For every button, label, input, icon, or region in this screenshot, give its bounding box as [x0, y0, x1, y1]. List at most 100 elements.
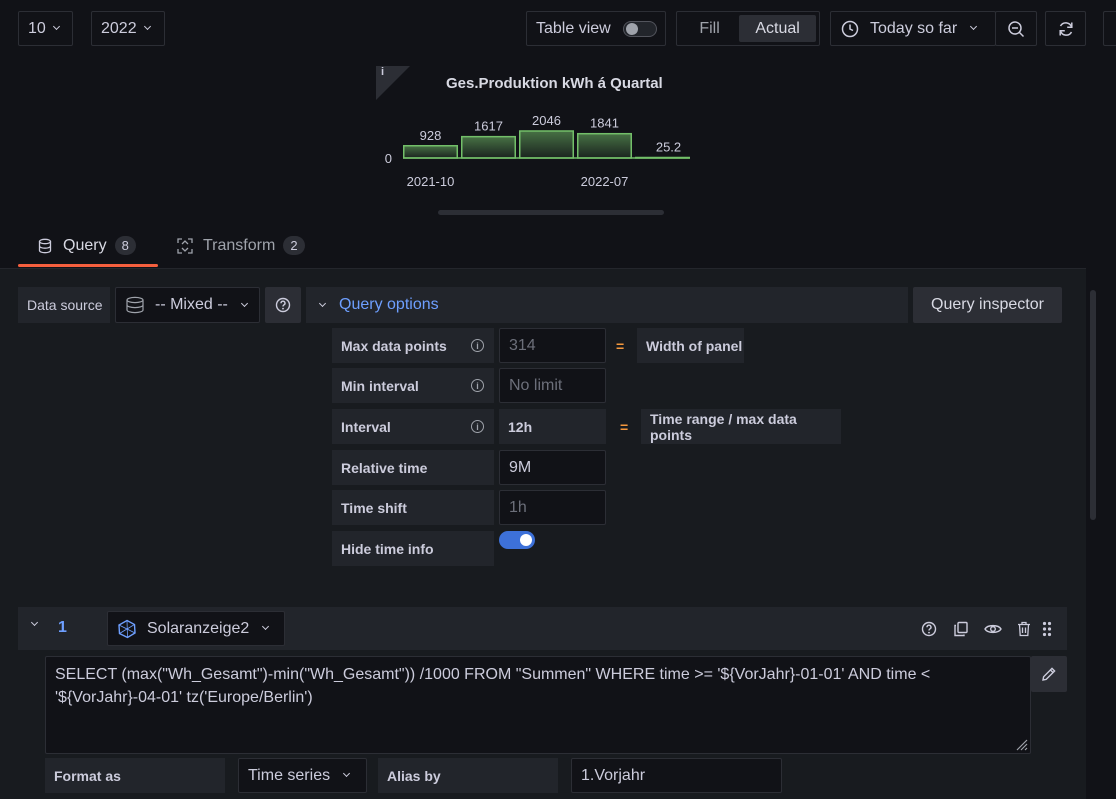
tab-transform-label: Transform: [203, 236, 276, 254]
interval-label: Interval i: [332, 409, 494, 444]
equals-sign: =: [616, 338, 625, 354]
bar-2022-07[interactable]: [577, 132, 632, 159]
time-shift-label: Time shift: [332, 490, 494, 525]
query-datasource-name: Solaranzeige2: [147, 619, 250, 637]
format-as-select[interactable]: Time series: [238, 758, 367, 793]
zoom-out-icon: [1008, 20, 1025, 37]
time-range-max-label: Time range / max data points: [641, 409, 841, 444]
duplicate-query-button[interactable]: [950, 618, 972, 640]
database-icon: [38, 238, 52, 253]
data-source-select[interactable]: -- Mixed --: [115, 287, 260, 323]
query-count-badge: 8: [114, 236, 136, 255]
bar-value-label: 1841: [590, 116, 619, 131]
month-select[interactable]: 10: [18, 11, 73, 46]
bar-value-label: 928: [420, 128, 442, 143]
relative-time-label: Relative time: [332, 450, 494, 485]
query-row-index: 1: [58, 619, 67, 636]
x-axis-tick-label: 2021-10: [407, 174, 455, 189]
panel-scrollbar[interactable]: [438, 210, 664, 215]
relative-time-input[interactable]: 9M: [499, 450, 606, 485]
refresh-icon: [1058, 21, 1073, 36]
year-select-value: 2022: [101, 19, 137, 37]
panel-title: Ges.Produktion kWh á Quartal: [446, 75, 663, 92]
active-tab-underline: [18, 264, 158, 267]
datasource-help-button[interactable]: [265, 287, 301, 323]
bar-value-label: 2046: [532, 113, 561, 128]
bar-value-label: 25.2: [656, 140, 681, 155]
trash-icon: [1018, 621, 1030, 637]
question-circle-icon: [275, 297, 291, 313]
side-panel-edge: [1103, 11, 1116, 46]
info-circle-icon[interactable]: i: [471, 379, 484, 392]
eye-icon: [984, 624, 1002, 634]
x-axis-tick-label: 2022-07: [581, 174, 629, 189]
info-circle-icon[interactable]: i: [471, 339, 484, 352]
question-circle-icon: [921, 621, 937, 637]
fill-actual-group: Fill Actual: [676, 11, 820, 46]
interval-value: 12h: [499, 409, 606, 444]
max-data-points-label: Max data points i: [332, 328, 494, 363]
toggle-visibility-button[interactable]: [982, 618, 1004, 640]
influxdb-icon: [118, 619, 136, 638]
chevron-down-icon: [970, 22, 978, 31]
query-datasource-select[interactable]: Solaranzeige2: [107, 611, 285, 646]
chevron-down-icon: [52, 22, 60, 31]
table-view-toggle[interactable]: Table view: [526, 11, 666, 46]
year-select[interactable]: 2022: [91, 11, 165, 46]
min-interval-input[interactable]: No limit: [499, 368, 606, 403]
query-help-button[interactable]: [918, 618, 940, 640]
bar-2022-10[interactable]: [635, 156, 690, 159]
mixed-datasource-icon: [126, 296, 144, 314]
chevron-down-icon: [318, 299, 327, 307]
chevron-down-icon: [262, 622, 270, 631]
copy-icon: [954, 621, 968, 637]
chevron-down-icon: [240, 299, 248, 307]
format-as-value: Time series: [248, 766, 331, 784]
min-interval-label: Min interval i: [332, 368, 494, 403]
tab-transform[interactable]: Transform 2: [177, 236, 305, 255]
info-icon: i: [381, 66, 385, 78]
tab-query[interactable]: Query 8: [38, 236, 136, 255]
bar-2022-04[interactable]: [519, 130, 574, 159]
width-of-panel-label: Width of panel: [637, 328, 744, 363]
table-view-label: Table view: [536, 19, 611, 37]
max-data-points-input[interactable]: 314: [499, 328, 606, 363]
alias-by-input[interactable]: 1.Vorjahr: [571, 758, 782, 793]
query-options-label: Query options: [339, 296, 439, 313]
resize-handle-icon[interactable]: [1014, 737, 1028, 751]
raw-query-textarea[interactable]: SELECT (max("Wh_Gesamt")-min("Wh_Gesamt"…: [45, 656, 1031, 754]
hide-time-info-switch[interactable]: [499, 531, 535, 549]
y-axis-tick-label: 0: [385, 151, 392, 166]
drag-handle-icon: [1042, 621, 1052, 637]
bar-value-label: 1617: [474, 119, 503, 134]
transform-icon: [177, 237, 193, 254]
time-range-label: Today so far: [870, 19, 958, 37]
tab-query-label: Query: [63, 236, 107, 254]
time-shift-input[interactable]: 1h: [499, 490, 606, 525]
editor-scrollbar[interactable]: [1090, 290, 1096, 520]
bar-2022-01[interactable]: [461, 135, 516, 159]
delete-query-button[interactable]: [1013, 618, 1035, 640]
drag-handle[interactable]: [1038, 618, 1056, 640]
hide-time-info-label: Hide time info: [332, 531, 494, 566]
clock-icon: [841, 20, 859, 37]
chevron-down-icon: [143, 22, 151, 31]
raw-query-text: SELECT (max("Wh_Gesamt")-min("Wh_Gesamt"…: [55, 666, 931, 706]
bar-chart: 0 928 2021-10 1617 2046 1841 2022-07 25.2: [385, 113, 690, 189]
time-range-picker[interactable]: Today so far: [830, 11, 996, 46]
data-source-label: Data source: [18, 287, 110, 323]
bar-2021-10[interactable]: [403, 145, 458, 159]
refresh-button[interactable]: [1045, 11, 1086, 46]
table-view-switch[interactable]: [622, 20, 657, 37]
edit-query-button[interactable]: [1031, 656, 1067, 692]
query-options-header[interactable]: Query options: [306, 287, 908, 323]
info-circle-icon[interactable]: i: [471, 420, 484, 433]
fill-button[interactable]: Fill: [680, 15, 739, 42]
pencil-icon: [1042, 667, 1056, 681]
actual-button[interactable]: Actual: [739, 15, 816, 42]
chevron-down-icon: [343, 769, 351, 778]
zoom-out-button[interactable]: [995, 11, 1037, 46]
query-inspector-button[interactable]: Query inspector: [913, 287, 1062, 323]
format-as-label: Format as: [45, 758, 225, 793]
alias-by-label: Alias by: [378, 758, 558, 793]
